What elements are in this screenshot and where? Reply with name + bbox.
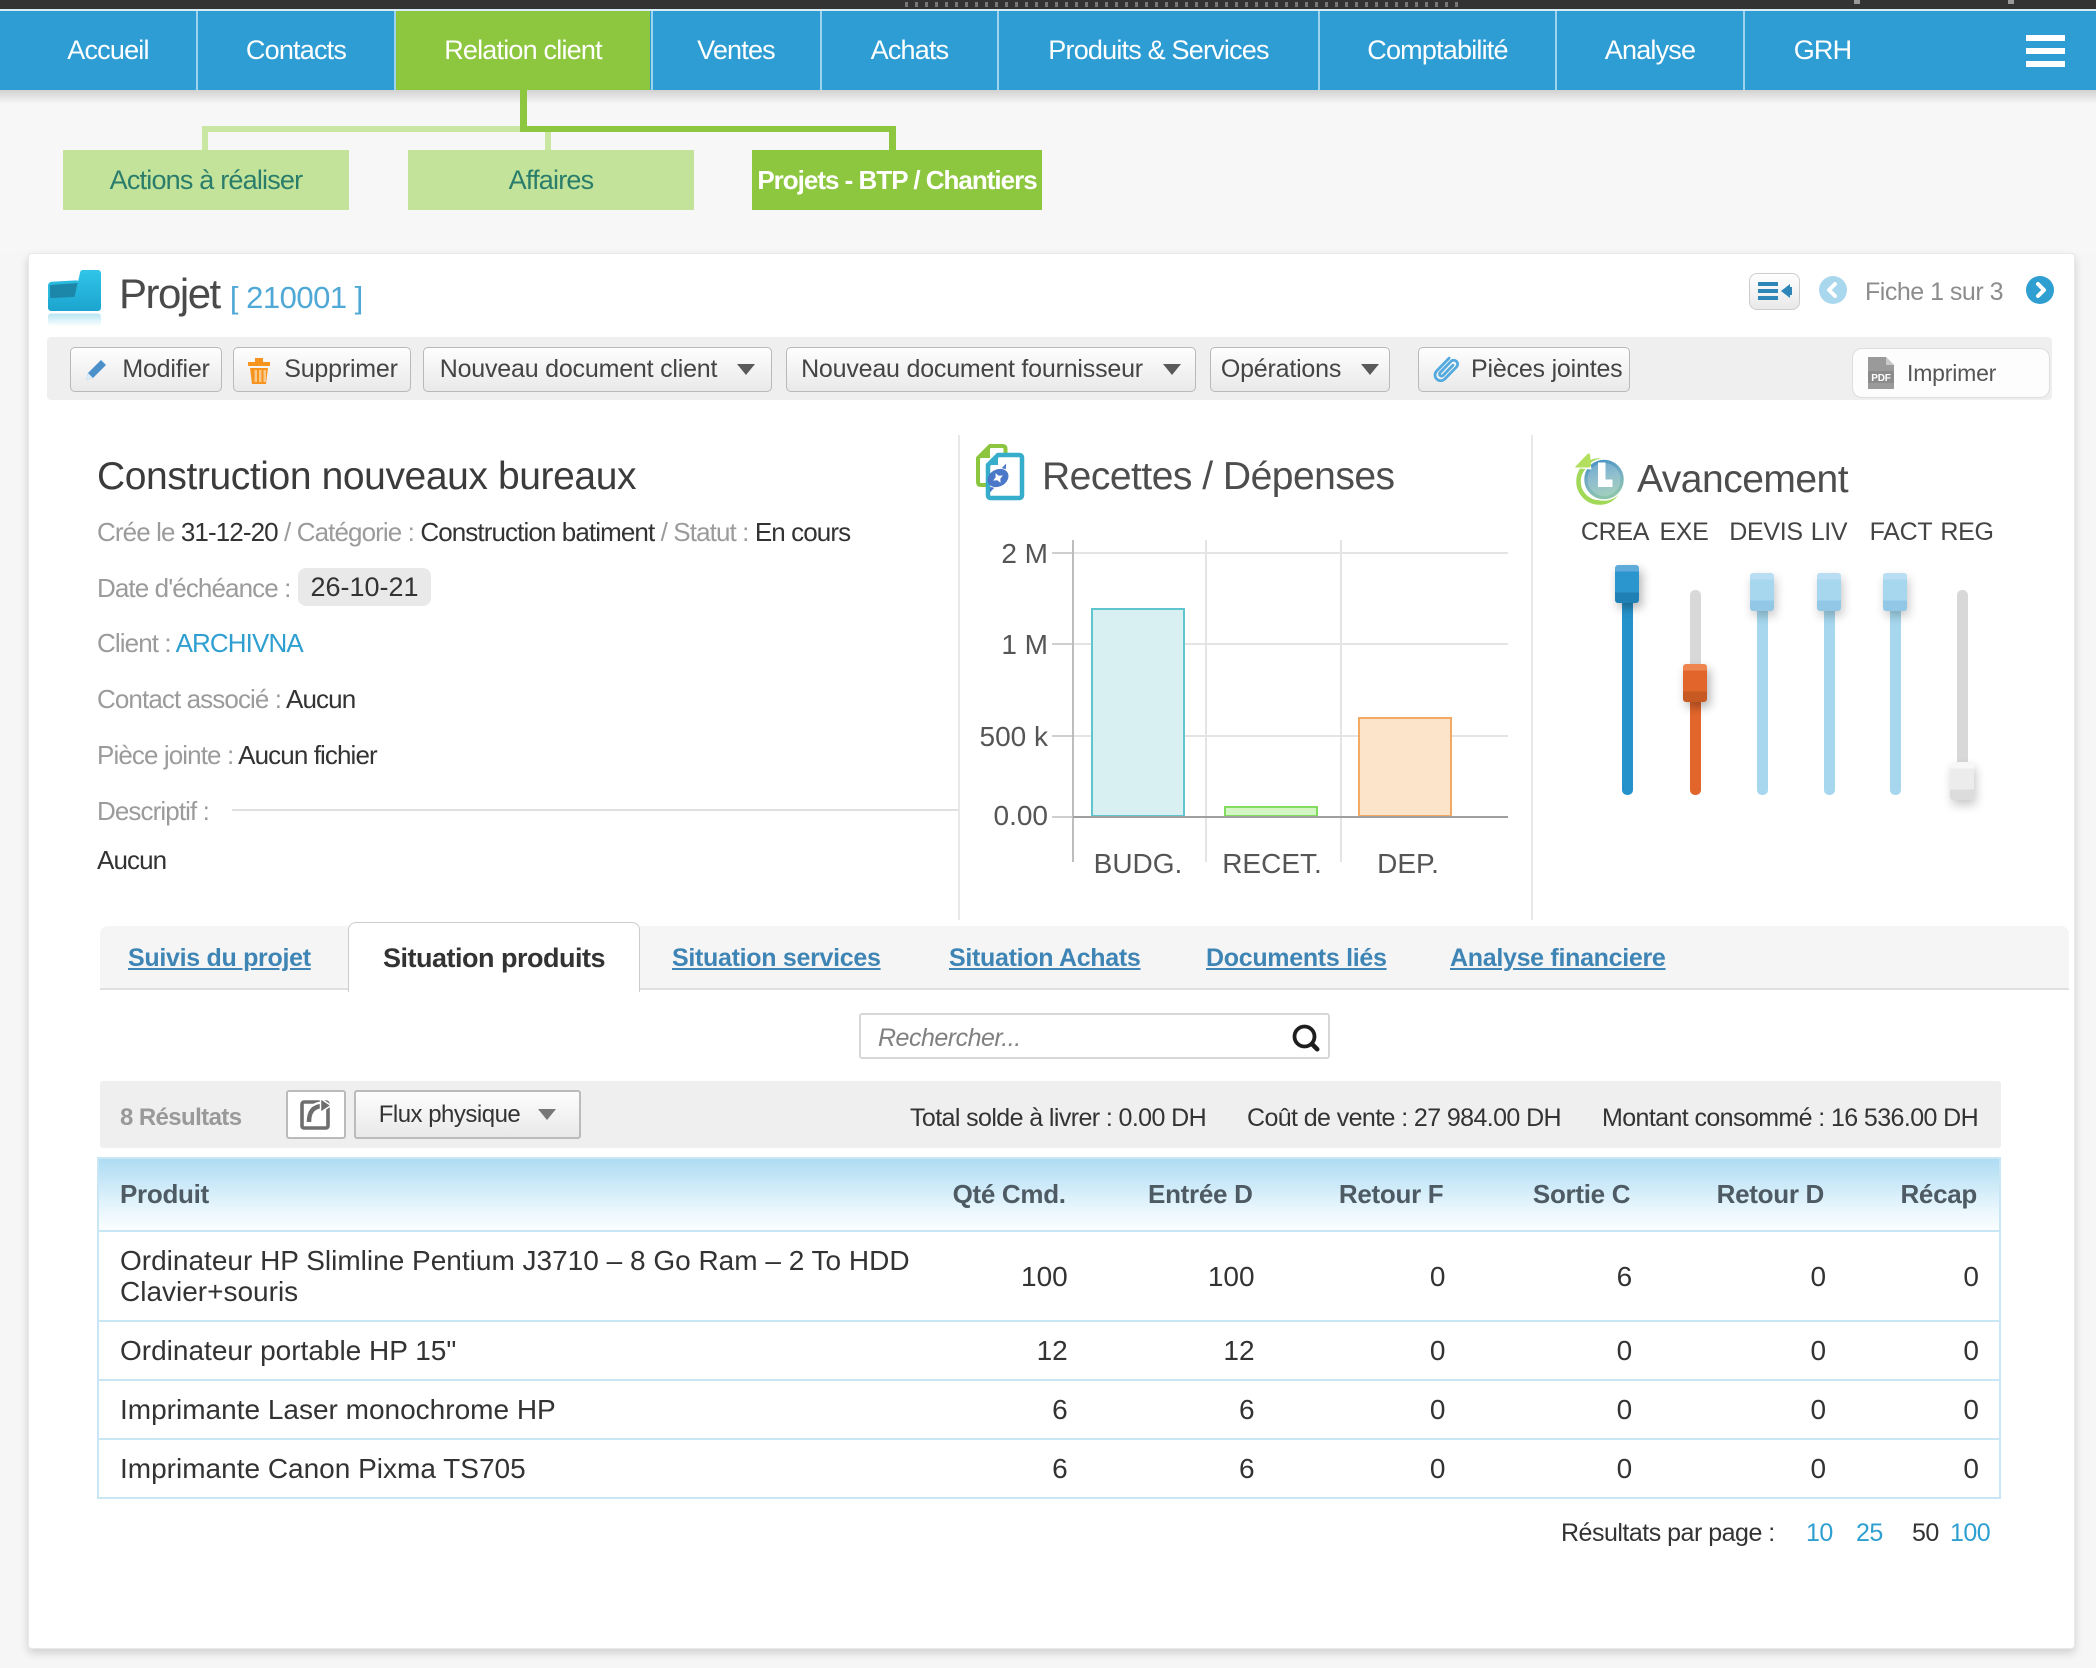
svg-text:PDF: PDF	[1871, 373, 1890, 384]
